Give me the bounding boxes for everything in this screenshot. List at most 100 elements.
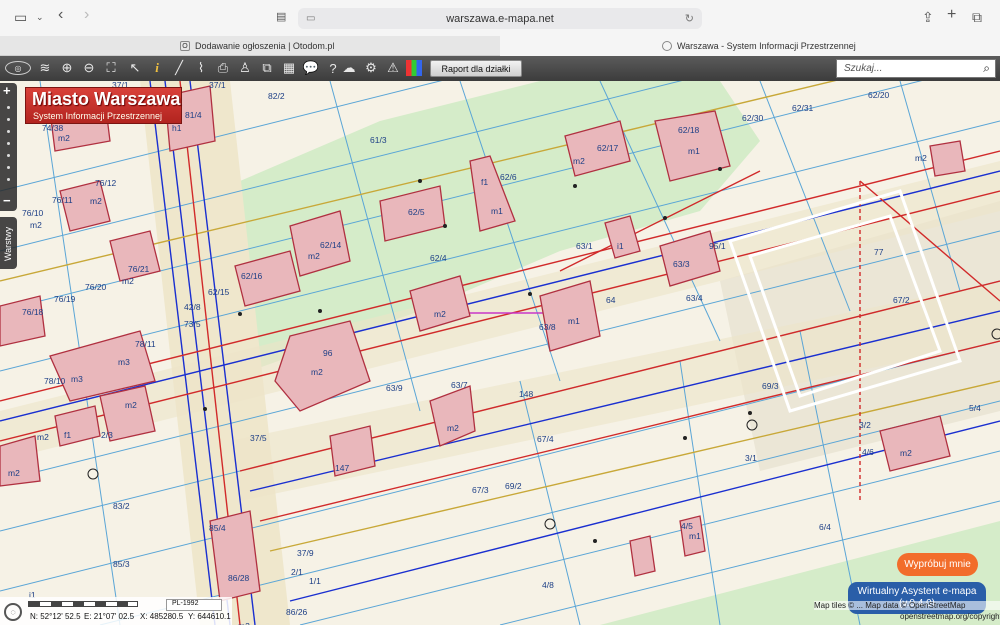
parcel-label: 37/1 [209,81,226,90]
map-drawing: 82/281/437/1 37/1h174/38m2 61/362/3162/206… [0,81,1000,625]
otodom-favicon-icon: O [180,41,190,51]
coordinate-panel: ◌ PL-1992 N: 52°12' 52.5 E: 21°07' 02.5 … [0,597,232,625]
cloud-icon[interactable]: ☁ [340,59,358,77]
reload-icon[interactable]: ↻ [685,12,694,25]
parcel-label: 6/4 [819,522,831,532]
parcel-label: 147 [335,463,349,473]
parcel-label: m2 [311,367,323,377]
x-readout: X: 485280.5 [140,612,184,621]
parcel-label: 63/9 [386,383,403,393]
forward-icon[interactable]: › [84,6,89,24]
zoom-plus-icon[interactable]: + [3,83,11,98]
parcel-label: 37/5 [250,433,267,443]
parcel-label: 62/30 [742,113,764,123]
browser-toolbar: ▭ ⌄ ‹ › ▤ ▭ warszawa.e-mapa.net ↻ ⇪ + ⧉ [0,0,1000,36]
globe-icon[interactable]: ◌ [4,603,22,621]
map-canvas[interactable]: 82/2 81/4 37/1 37/1 h1 74/38 m2 61/3 62/31 62/20 6… [0,81,1000,625]
logo-subtitle: System Informacji Przestrzennej [33,111,163,121]
latitude-readout: N: 52°12' 52.5 [30,612,81,621]
tab-bar: O Dodawanie ogłoszenia | Otodom.pl Warsz… [0,36,1000,56]
search-input[interactable]: Szukaj... ⌕ [836,59,996,78]
zoom-level-dot[interactable] [7,154,10,157]
parcel-label: 37/9 [297,548,314,558]
parcel-label: 2/3 [101,430,113,440]
parcel-label: 1/1 [309,576,321,586]
parcel-report-button[interactable]: Raport dla działki [430,60,522,77]
parcel-label: 73/5 [184,319,201,329]
parcel-label: m2 [308,251,320,261]
reader-icon[interactable]: ▤ [276,10,286,23]
parcel-label: 77 [874,247,884,257]
zoom-level-dot[interactable] [7,178,10,181]
print-icon[interactable]: ⎙ [214,59,232,77]
parcel-label: m2 [30,220,42,230]
zoom-level-dot[interactable] [7,106,10,109]
logo-title: Miasto Warszawa [32,89,181,109]
back-icon[interactable]: ‹ [58,6,63,24]
zoom-minus-icon[interactable]: − [3,193,11,208]
tab-otodom[interactable]: O Dodawanie ogłoszenia | Otodom.pl [180,36,480,56]
zoom-extent-icon[interactable]: ⛶ [102,59,120,77]
parcel-label: 4/6 [862,447,874,457]
info-icon[interactable]: i [148,59,166,77]
parcel-label: m2 [573,156,585,166]
parcel-label: 76/11 [52,195,73,205]
parcel-label: m2 [238,621,250,625]
parcel-label: 3/1 [745,453,757,463]
projection-select[interactable]: PL-1992 [166,599,222,611]
zoom-out-icon[interactable]: ⊖ [80,59,98,77]
attribution-link[interactable]: openstreetmap.org/copyright [900,612,1000,621]
zoom-level-dot[interactable] [7,142,10,145]
layers-icon[interactable]: ≋ [36,59,54,77]
scale-bar [28,601,138,607]
map-favicon-icon [662,41,672,51]
assistant-title: Wirtualny Asystent e-mapa [857,586,977,597]
tab-overview-icon[interactable]: ⧉ [972,9,982,26]
pointer-icon[interactable]: ↖ [126,59,144,77]
search-placeholder: Szukaj... [844,63,883,74]
try-me-button[interactable]: Wypróbuj mnie [897,553,978,576]
address-bar[interactable]: ▭ warszawa.e-mapa.net ↻ [298,8,702,29]
compare-icon[interactable]: ▦ [280,59,298,77]
parcel-label: 3/2 [859,420,871,430]
search-icon[interactable]: ⌕ [983,61,990,76]
sidebar-icon[interactable]: ▭ [14,9,27,26]
color-palette-icon[interactable] [406,60,422,76]
parcel-label: 62/14 [320,240,342,250]
zoom-level-dot[interactable] [7,166,10,169]
new-tab-icon[interactable]: + [947,6,956,24]
url-text: warszawa.e-mapa.net [446,12,554,25]
zoom-level-dot[interactable] [7,118,10,121]
parcel-label: 148 [519,389,533,399]
zoom-level-dot[interactable] [7,130,10,133]
globe-icon[interactable]: ◎ [5,61,31,75]
parcel-label: 63/4 [686,293,703,303]
layers-label: Warstwy [3,226,13,261]
longitude-readout: E: 21°07' 02.5 [84,612,135,621]
zoom-in-icon[interactable]: ⊕ [58,59,76,77]
export-icon[interactable]: ⧉ [258,59,276,77]
parcel-label: 76/10 [22,208,44,218]
parcel-label: 83/2 [113,501,130,511]
city-logo: Miasto Warszawa System Informacji Przest… [25,87,182,124]
map-attribution: Map tiles © ... Map data © OpenStreetMap… [814,601,1000,621]
parcel-label: 64 [606,295,616,305]
share-icon[interactable]: ⇪ [922,9,934,26]
streetview-icon[interactable]: ♙ [236,59,254,77]
parcel-label: m2 [8,468,20,478]
zoom-slider[interactable]: + − [0,83,17,211]
measure-area-icon[interactable]: ⌇ [192,59,210,77]
parcel-label: m3 [71,374,83,384]
warning-icon[interactable]: ⚠ [384,59,402,77]
settings-icon[interactable]: ⚙ [362,59,380,77]
parcel-label: m1 [491,206,503,216]
comment-icon[interactable]: 💬 [302,59,320,77]
layers-panel-toggle[interactable]: Warstwy [0,217,17,269]
measure-distance-icon[interactable]: ╱ [170,59,188,77]
parcel-label: i1 [617,241,624,251]
parcel-label: 76/12 [95,178,117,188]
tab-warszawa[interactable]: Warszawa - System Informacji Przestrzenn… [500,36,1000,56]
chevron-down-icon[interactable]: ⌄ [36,12,44,23]
parcel-label: 86/28 [228,573,250,583]
y-readout: Y: 644610.1 [188,612,231,621]
